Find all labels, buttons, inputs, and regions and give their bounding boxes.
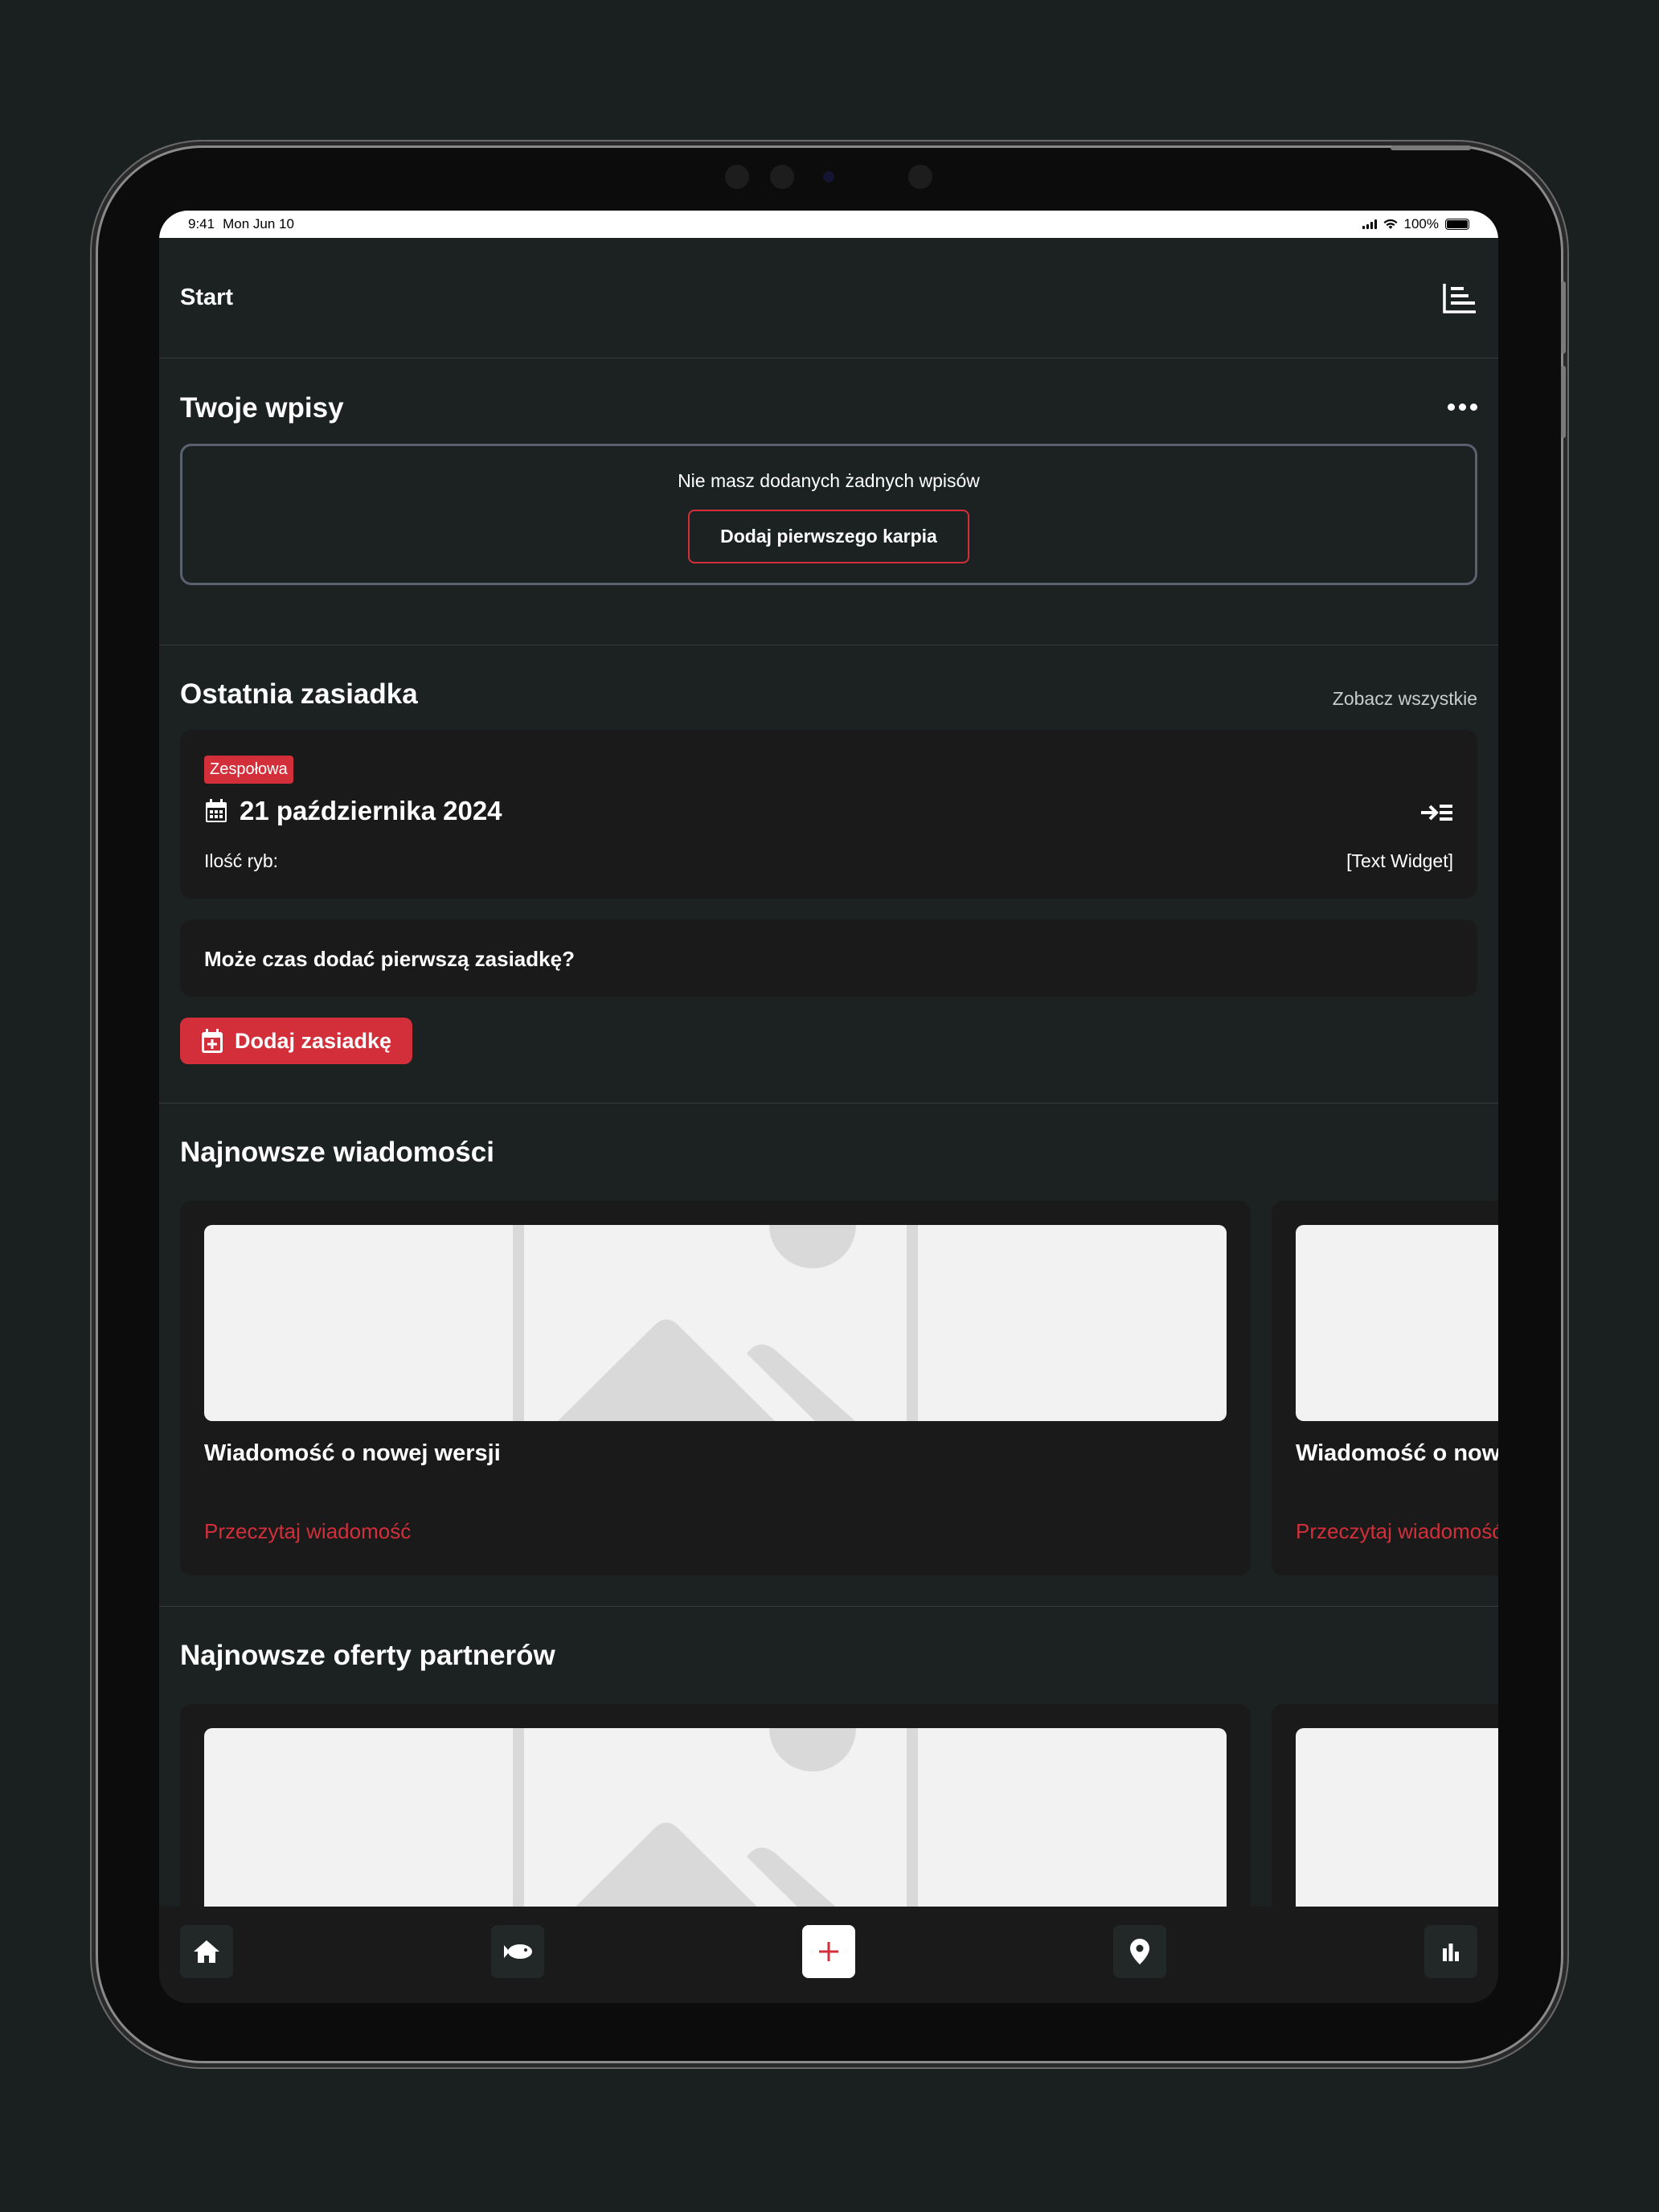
arrow-into-list-icon[interactable] [1419,802,1453,823]
fish-icon [504,1944,532,1959]
news-item-title: Wiadomość o nowej wersji [204,1440,501,1466]
signal-icon [1362,219,1377,229]
session-type-badge: Zespołowa [204,756,293,784]
camera-dot [908,165,932,189]
add-session-button[interactable]: Dodaj zasiadkę [180,1018,413,1064]
last-session-title: Ostatnia zasiadka [180,678,418,710]
entries-empty-text: Nie masz dodanych żadnych wpisów [678,470,980,491]
battery-icon [1445,219,1469,230]
camera-lens [823,171,834,182]
nav-fish-button[interactable] [491,1925,544,1978]
device-top-button [1391,145,1471,150]
add-session-label: Dodaj zasiadkę [235,1028,392,1053]
camera-dot [770,165,794,189]
nav-stats-button[interactable] [1424,1925,1477,1978]
fish-count-label: Ilość ryb: [204,850,279,871]
nav-add-button[interactable] [802,1925,855,1978]
add-icon [819,1942,838,1961]
offer-image-placeholder [1296,1728,1498,1924]
home-icon [194,1940,219,1963]
news-card[interactable]: Wiadomość o nowej wersji Przeczytaj wiad… [1272,1201,1498,1575]
status-date: Mon Jun 10 [223,216,294,231]
battery-percent: 100% [1403,216,1439,231]
news-title: Najnowsze wiadomości [180,1137,494,1168]
news-card[interactable]: Wiadomość o nowej wersji Przeczytaj wiad… [180,1201,1251,1575]
news-image-placeholder [204,1225,1227,1421]
news-item-title: Wiadomość o nowej wersji [1296,1440,1498,1466]
camera-dot [725,165,749,189]
nav-home-button[interactable] [180,1925,233,1978]
add-first-carp-button[interactable]: Dodaj pierwszego karpia [688,510,969,563]
status-bar: 9:41 Mon Jun 10 100% [159,211,1498,238]
add-session-prompt: Może czas dodać pierwszą zasiadkę? [204,947,575,971]
entries-section: Twoje wpisy Nie masz dodanych żadnych wp… [180,392,1477,593]
page-title: Start [180,285,234,310]
calendar-plus-icon [202,1029,223,1053]
device-volume-up [1561,281,1566,354]
see-all-link[interactable]: Zobacz wszystkie [1333,688,1477,710]
nav-location-button[interactable] [1113,1925,1166,1978]
location-icon [1130,1939,1149,1964]
device-volume-down [1561,366,1566,438]
bottom-navigation [159,1907,1498,2003]
wifi-icon [1383,219,1398,229]
stats-icon [1443,1944,1459,1961]
session-card[interactable]: Zespołowa 21 października 2024 Ilość ryb… [180,730,1477,899]
divider [159,1606,1498,1607]
entries-empty-box: Nie masz dodanych żadnych wpisów Dodaj p… [180,444,1477,585]
fish-count-value: [Text Widget] [1346,850,1453,871]
image-placeholder-icon [513,1225,918,1421]
offers-section: Najnowsze oferty partnerów [180,1640,1477,1688]
news-image-placeholder [1296,1225,1498,1421]
offer-image-placeholder [204,1728,1227,1924]
divider [159,1103,1498,1104]
calendar-icon [206,799,227,822]
screen: 9:41 Mon Jun 10 100% Start Twoje wpisy N… [159,211,1498,2003]
more-icon[interactable] [1448,403,1477,411]
app-bar: Start [159,238,1498,358]
status-time: 9:41 [188,216,215,231]
read-news-link[interactable]: Przeczytaj wiadomość [204,1519,411,1544]
session-date: 21 października 2024 [240,796,502,825]
offers-title: Najnowsze oferty partnerów [180,1640,555,1671]
add-session-prompt-card: Może czas dodać pierwszą zasiadkę? [180,920,1477,997]
image-placeholder-icon [513,1728,918,1924]
list-icon[interactable] [1442,282,1477,314]
read-news-link[interactable]: Przeczytaj wiadomość [1296,1519,1498,1544]
entries-title: Twoje wpisy [180,392,344,424]
